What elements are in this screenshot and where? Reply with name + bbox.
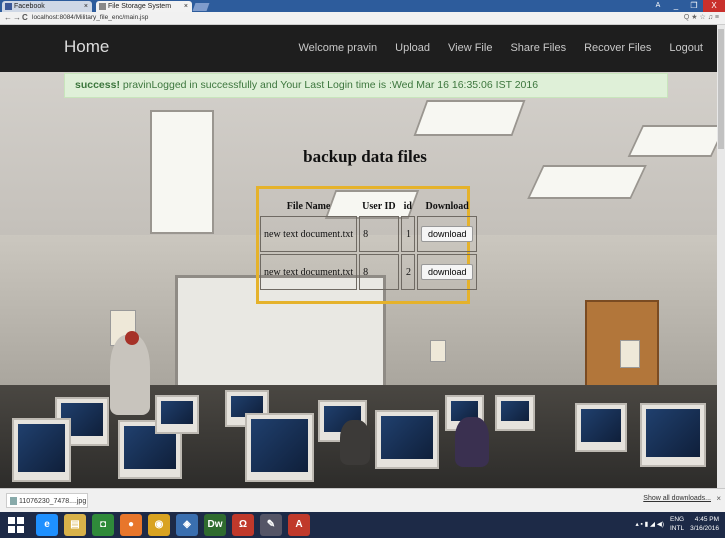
success-alert: success! pravinLogged in successfully an… bbox=[64, 73, 668, 98]
web-page: Home Welcome pravin Upload View File Sha… bbox=[0, 25, 725, 488]
alert-strong: success! bbox=[75, 79, 120, 91]
files-table: File Name User ID id Download new text d… bbox=[258, 197, 479, 292]
page-title: backup data files bbox=[303, 147, 427, 166]
input-language[interactable]: ENG INTL bbox=[670, 515, 684, 533]
clock-time: 4:45 PM bbox=[694, 516, 719, 523]
cell-id: 2 bbox=[400, 254, 415, 290]
browser-tab-strip: Facebook × File Storage System × A _ ❐ X bbox=[0, 0, 725, 12]
nav-links: Welcome pravin Upload View File Share Fi… bbox=[289, 25, 725, 72]
window-controls: A _ ❐ X bbox=[649, 0, 725, 12]
nav-share-files[interactable]: Share Files bbox=[501, 25, 575, 72]
column-header-download: Download bbox=[425, 201, 469, 212]
address-bar: ← → C localhost:8084/Military_file_enc/m… bbox=[0, 12, 725, 25]
scrollbar-thumb[interactable] bbox=[718, 29, 724, 149]
top-navbar: Home Welcome pravin Upload View File Sha… bbox=[0, 25, 725, 72]
tab-close-icon[interactable]: × bbox=[84, 1, 88, 12]
clock[interactable]: 4:45 PM 3/16/2016 bbox=[690, 515, 719, 533]
image-file-icon bbox=[10, 497, 17, 505]
headphones-icon[interactable]: Ω bbox=[232, 514, 254, 536]
windows-taskbar: e ▤ ◘ ● ◉ ◈ Dw Ω ✎ A ▴ ▪ ▮ ◢ ◀) ENG INTL 4:45 PM … bbox=[0, 512, 725, 538]
language-layout: INTL bbox=[669, 525, 685, 532]
dreamweaver-icon[interactable]: Dw bbox=[204, 514, 226, 536]
cell-download: download bbox=[416, 254, 478, 290]
nav-recover-files[interactable]: Recover Files bbox=[575, 25, 660, 72]
nav-view-file[interactable]: View File bbox=[439, 25, 501, 72]
brand-home-link[interactable]: Home bbox=[64, 37, 109, 57]
tab-close-icon[interactable]: × bbox=[184, 1, 188, 12]
netbeans-icon[interactable]: ◈ bbox=[176, 514, 198, 536]
nav-upload[interactable]: Upload bbox=[386, 25, 439, 72]
page-scrollbar[interactable] bbox=[717, 25, 725, 488]
acrobat-icon[interactable]: A bbox=[288, 514, 310, 536]
tab-label: Facebook bbox=[14, 3, 45, 10]
download-item[interactable]: 11076230_7478....jpg bbox=[6, 493, 88, 508]
browser-extension-icons[interactable]: Q ★ ☆ ♫ ≡ bbox=[684, 12, 719, 24]
column-header-file-name: File Name bbox=[286, 201, 331, 212]
close-download-shelf-icon[interactable]: × bbox=[716, 494, 721, 503]
close-window-button[interactable]: X bbox=[703, 0, 725, 12]
download-button[interactable]: download bbox=[420, 226, 474, 242]
tray-status-icons[interactable]: ▴ ▪ ▮ ◢ ◀) bbox=[635, 520, 664, 528]
minimize-button[interactable]: _ bbox=[667, 0, 685, 12]
facebook-favicon-icon bbox=[5, 3, 12, 10]
maximize-button[interactable]: ❐ bbox=[685, 0, 703, 12]
forward-icon[interactable]: → bbox=[13, 12, 21, 24]
table-row: new text document.txt 8 2 download bbox=[260, 254, 478, 290]
show-all-downloads-link[interactable]: Show all downloads... bbox=[643, 495, 711, 502]
nav-logout[interactable]: Logout bbox=[660, 25, 725, 72]
chrome-icon[interactable]: ◉ bbox=[148, 514, 170, 536]
taskbar-app-icons: e ▤ ◘ ● ◉ ◈ Dw Ω ✎ A bbox=[36, 514, 310, 536]
cell-user-id: 8 bbox=[359, 254, 399, 290]
store-icon[interactable]: ◘ bbox=[92, 514, 114, 536]
cell-id: 1 bbox=[400, 216, 415, 252]
download-shelf: 11076230_7478....jpg Show all downloads.… bbox=[0, 488, 725, 513]
tab-file-storage-system[interactable]: File Storage System × bbox=[96, 1, 192, 12]
cell-file-name: new text document.txt bbox=[260, 254, 358, 290]
language-code: ENG bbox=[669, 516, 685, 523]
download-button[interactable]: download bbox=[420, 264, 474, 280]
url-field[interactable]: localhost:8084/Military_file_enc/main.js… bbox=[32, 13, 148, 23]
download-item-name: 11076230_7478....jpg bbox=[19, 498, 87, 505]
ie-icon[interactable]: e bbox=[36, 514, 58, 536]
clock-date: 3/16/2016 bbox=[690, 525, 719, 532]
back-icon[interactable]: ← bbox=[4, 12, 12, 24]
cell-download: download bbox=[416, 216, 478, 252]
table-row: new text document.txt 8 1 download bbox=[260, 216, 478, 252]
user-profile-icon[interactable]: A bbox=[649, 0, 667, 12]
explorer-icon[interactable]: ▤ bbox=[64, 514, 86, 536]
tab-facebook[interactable]: Facebook × bbox=[2, 1, 92, 12]
page-favicon-icon bbox=[99, 3, 106, 10]
windows-start-icon[interactable] bbox=[8, 517, 24, 533]
nav-welcome-user[interactable]: Welcome pravin bbox=[289, 25, 386, 72]
cell-file-name: new text document.txt bbox=[260, 216, 358, 252]
column-header-user-id: User ID bbox=[362, 201, 396, 212]
paint-icon[interactable]: ✎ bbox=[260, 514, 282, 536]
firefox-icon[interactable]: ● bbox=[120, 514, 142, 536]
reload-icon[interactable]: C bbox=[22, 12, 28, 24]
column-header-id: id bbox=[403, 201, 412, 212]
tab-label: File Storage System bbox=[108, 3, 172, 10]
cell-user-id: 8 bbox=[359, 216, 399, 252]
alert-message: pravinLogged in successfully and Your La… bbox=[119, 79, 539, 91]
system-tray: ▴ ▪ ▮ ◢ ◀) ENG INTL 4:45 PM 3/16/2016 bbox=[635, 515, 719, 533]
new-tab-button[interactable] bbox=[192, 3, 210, 11]
